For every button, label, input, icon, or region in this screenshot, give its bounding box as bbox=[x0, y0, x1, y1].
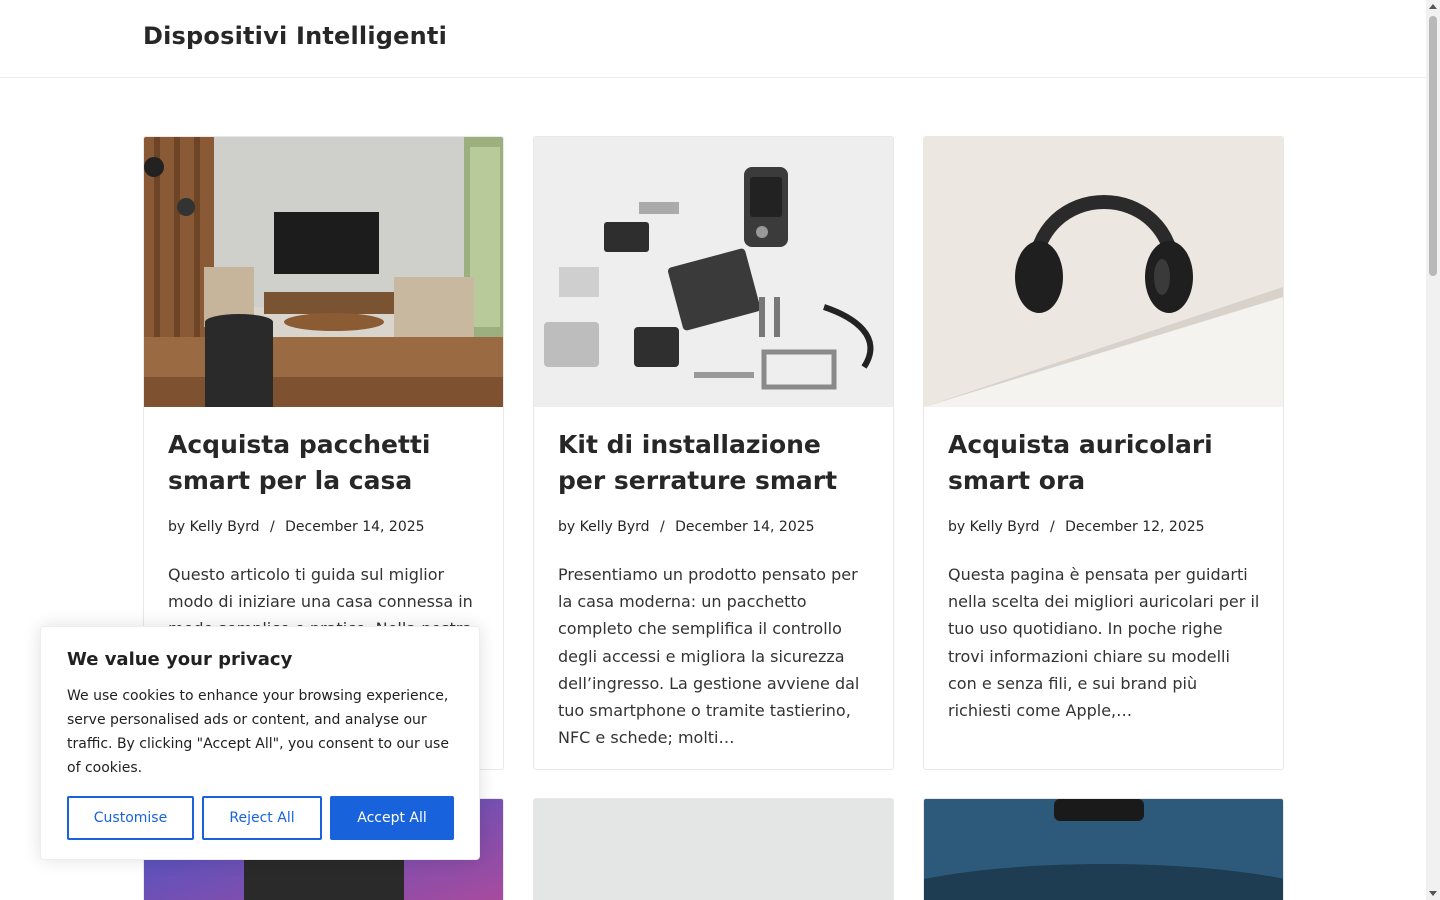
post-meta: by Kelly Byrd / December 14, 2025 bbox=[168, 517, 480, 537]
author-link[interactable]: Kelly Byrd bbox=[190, 519, 260, 535]
post-meta: by Kelly Byrd / December 14, 2025 bbox=[558, 517, 870, 537]
scroll-down-icon[interactable] bbox=[1429, 891, 1437, 896]
post-thumbnail-image bbox=[924, 799, 1283, 900]
accept-all-button[interactable]: Accept All bbox=[330, 796, 454, 840]
post-meta: by Kelly Byrd / December 12, 2025 bbox=[948, 517, 1260, 537]
site-header: Dispositivi Intelligenti bbox=[0, 0, 1426, 78]
post-card-partial[interactable] bbox=[533, 798, 894, 900]
author-link[interactable]: Kelly Byrd bbox=[580, 519, 650, 535]
author-link[interactable]: Kelly Byrd bbox=[970, 519, 1040, 535]
post-title[interactable]: Kit di installazione per serrature smart bbox=[558, 427, 870, 499]
post-date: December 12, 2025 bbox=[1065, 519, 1205, 535]
post-excerpt: Presentiamo un prodotto pensato per la c… bbox=[558, 565, 860, 748]
post-card: Kit di installazione per serrature smart… bbox=[533, 136, 894, 770]
site-title[interactable]: Dispositivi Intelligenti bbox=[143, 22, 447, 50]
cookie-banner-title: We value your privacy bbox=[67, 649, 293, 670]
smart-home-living-room-image[interactable] bbox=[144, 137, 503, 407]
post-card-partial[interactable] bbox=[923, 798, 1284, 900]
meta-separator: / bbox=[269, 519, 275, 535]
cookie-banner-text: We use cookies to enhance your browsing … bbox=[67, 688, 449, 776]
headphones-image[interactable] bbox=[924, 137, 1283, 407]
smart-lock-kit-image[interactable] bbox=[534, 137, 893, 407]
page-scrollbar[interactable] bbox=[1426, 0, 1440, 900]
meta-separator: / bbox=[659, 519, 665, 535]
scrollbar-thumb[interactable] bbox=[1429, 16, 1437, 276]
by-label: by bbox=[168, 519, 186, 535]
post-title[interactable]: Acquista auricolari smart ora bbox=[948, 427, 1260, 499]
reject-all-button[interactable]: Reject All bbox=[202, 796, 322, 840]
by-label: by bbox=[948, 519, 966, 535]
post-excerpt: Questa pagina è pensata per guidarti nel… bbox=[948, 565, 1260, 721]
scroll-up-icon[interactable] bbox=[1429, 4, 1437, 9]
meta-separator: / bbox=[1049, 519, 1055, 535]
post-title[interactable]: Acquista pacchetti smart per la casa bbox=[168, 427, 480, 499]
by-label: by bbox=[558, 519, 576, 535]
post-date: December 14, 2025 bbox=[285, 519, 425, 535]
customise-button[interactable]: Customise bbox=[67, 796, 194, 840]
post-date: December 14, 2025 bbox=[675, 519, 815, 535]
cookie-consent-banner: We value your privacy We use cookies to … bbox=[40, 626, 480, 860]
post-card: Acquista auricolari smart ora by Kelly B… bbox=[923, 136, 1284, 770]
